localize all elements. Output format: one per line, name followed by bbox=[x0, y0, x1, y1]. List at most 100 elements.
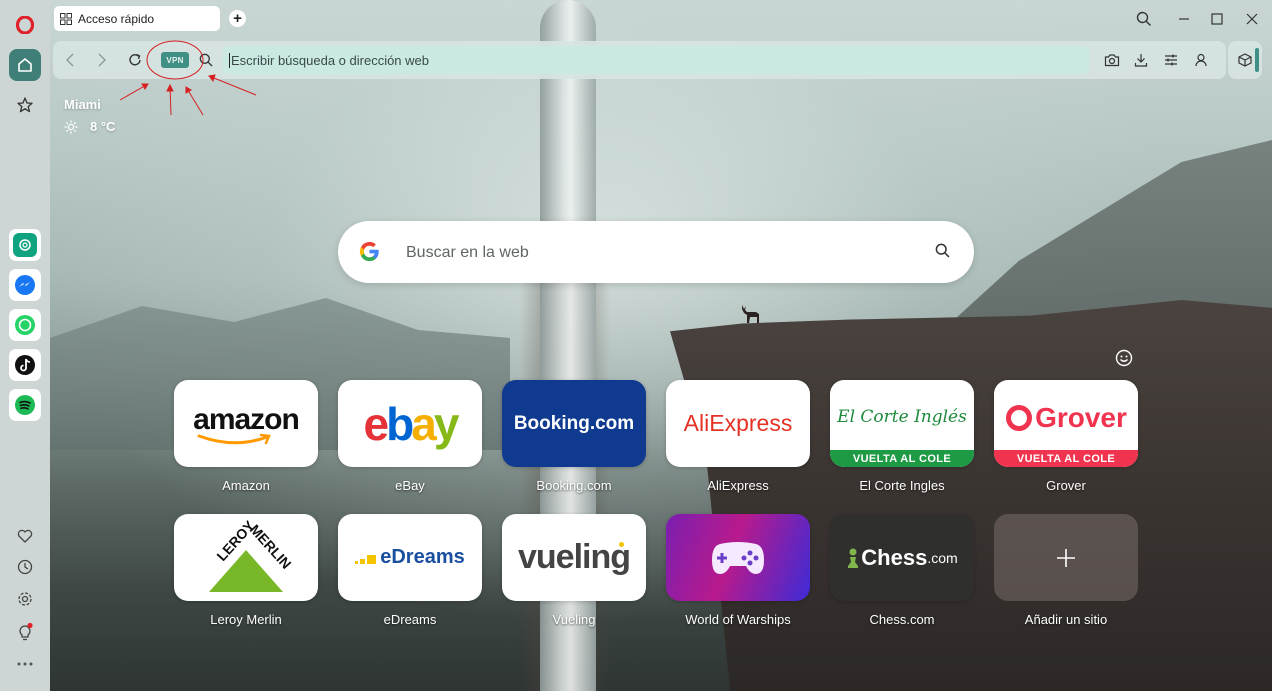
plus-icon bbox=[1057, 548, 1075, 567]
forward-icon[interactable] bbox=[92, 50, 112, 70]
vueling-logo: vueling bbox=[517, 538, 631, 576]
reload-icon[interactable] bbox=[125, 50, 145, 70]
vpn-badge[interactable]: VPN bbox=[161, 52, 189, 68]
speed-dial-tile[interactable]: eDreams bbox=[338, 514, 482, 601]
address-placeholder: Escribir búsqueda o dirección web bbox=[231, 52, 429, 68]
weather-widget[interactable]: Miami 8 °C bbox=[64, 97, 115, 134]
address-toolbar: VPN Escribir búsqueda o dirección web bbox=[53, 41, 1226, 79]
extensions-button[interactable] bbox=[1228, 41, 1262, 79]
speed-dial-tile[interactable]: ebay bbox=[338, 380, 482, 467]
google-icon bbox=[359, 241, 379, 262]
search-icon[interactable] bbox=[196, 50, 216, 70]
spotify-icon[interactable] bbox=[9, 389, 41, 421]
speed-dial-tile[interactable]: Grover VUELTA AL COLE bbox=[994, 380, 1138, 467]
speed-dial-vueling[interactable]: vueling Vueling bbox=[502, 514, 646, 627]
edreams-logo: eDreams bbox=[355, 546, 465, 569]
opera-logo-icon[interactable] bbox=[9, 9, 41, 41]
speed-dial-tile[interactable]: AliExpress bbox=[666, 380, 810, 467]
speed-dial-label: Leroy Merlin bbox=[210, 612, 282, 627]
edreams-dots-icon bbox=[355, 554, 377, 564]
home-icon[interactable] bbox=[9, 49, 41, 81]
smiley-icon[interactable] bbox=[1115, 349, 1133, 367]
speed-dial-label: eBay bbox=[395, 478, 425, 493]
speed-dial-ebay[interactable]: ebay eBay bbox=[338, 380, 482, 493]
speed-dial-aliexpress[interactable]: AliExpress AliExpress bbox=[666, 380, 810, 493]
lightbulb-icon[interactable] bbox=[9, 616, 41, 648]
chess-logo: Chess .com bbox=[846, 545, 958, 571]
speed-dial-tile[interactable]: vueling bbox=[502, 514, 646, 601]
speed-dial-label: Chess.com bbox=[869, 612, 935, 627]
text-caret bbox=[229, 52, 230, 68]
promo-banner: VUELTA AL COLE bbox=[830, 450, 974, 467]
speed-dial-edreams[interactable]: eDreams eDreams bbox=[338, 514, 482, 627]
add-site-label: Añadir un sitio bbox=[1024, 612, 1108, 627]
search-magnifier-icon[interactable] bbox=[935, 243, 950, 258]
add-site-tile[interactable] bbox=[994, 514, 1138, 601]
speed-dial-tile[interactable]: Chess .com bbox=[830, 514, 974, 601]
speed-dial-tile[interactable]: amazon bbox=[174, 380, 318, 467]
minimize-icon[interactable] bbox=[1172, 8, 1196, 30]
chatgpt-icon[interactable] bbox=[9, 229, 41, 261]
speed-dial-grover[interactable]: Grover VUELTA AL COLE Grover bbox=[994, 380, 1138, 493]
weather-temperature: 8 °C bbox=[90, 119, 116, 134]
grover-ring-icon bbox=[1006, 404, 1033, 431]
search-placeholder: Buscar en la web bbox=[406, 244, 529, 261]
deer-silhouette bbox=[742, 305, 759, 323]
speed-dial-tile[interactable]: LEROY MERLIN bbox=[174, 514, 318, 601]
el-corte-ingles-logo: El Corte Inglés bbox=[837, 406, 967, 427]
speed-dial-tile[interactable]: El Corte Inglés VUELTA AL COLE bbox=[830, 380, 974, 467]
speed-dial-label: Amazon bbox=[222, 478, 270, 493]
maximize-icon[interactable] bbox=[1205, 8, 1229, 30]
web-search-box[interactable]: Buscar en la web bbox=[338, 221, 974, 283]
speed-dial-label: Grover bbox=[1046, 478, 1086, 493]
gamepad-icon bbox=[712, 541, 764, 574]
speed-dial-world-of-warships[interactable]: World of Warships bbox=[666, 514, 810, 627]
address-input[interactable]: Escribir búsqueda o dirección web bbox=[223, 46, 1089, 74]
close-icon[interactable] bbox=[1240, 8, 1264, 30]
speed-dial-tile[interactable] bbox=[666, 514, 810, 601]
booking-logo: Booking.com bbox=[513, 412, 635, 434]
more-icon[interactable] bbox=[9, 648, 41, 680]
sun-icon bbox=[64, 120, 78, 133]
download-icon[interactable] bbox=[1131, 50, 1151, 70]
tiktok-icon[interactable] bbox=[9, 349, 41, 381]
speed-dial-label: Booking.com bbox=[536, 478, 612, 493]
speed-dial-leroy-merlin[interactable]: LEROY MERLIN Leroy Merlin bbox=[174, 514, 318, 627]
speed-dial-label: eDreams bbox=[383, 612, 437, 627]
weather-city: Miami bbox=[64, 97, 101, 112]
leroy-merlin-logo: LEROY MERLIN bbox=[209, 516, 295, 592]
speed-dial-label: El Corte Ingles bbox=[859, 478, 945, 493]
ebay-logo: ebay bbox=[363, 397, 460, 450]
tab-search-icon[interactable] bbox=[1132, 8, 1156, 30]
messenger-icon[interactable] bbox=[9, 269, 41, 301]
speed-dial-label: AliExpress bbox=[707, 478, 769, 493]
speed-dial-chess[interactable]: Chess .com Chess.com bbox=[830, 514, 974, 627]
speed-dial-amazon[interactable]: amazon Amazon bbox=[174, 380, 318, 493]
star-icon[interactable] bbox=[9, 89, 41, 121]
heart-icon[interactable] bbox=[9, 520, 41, 552]
speed-dial-el-corte-ingles[interactable]: El Corte Inglés VUELTA AL COLE El Corte … bbox=[830, 380, 974, 493]
sidebar bbox=[0, 0, 50, 691]
settings-icon[interactable] bbox=[9, 583, 41, 615]
speed-dial-tile[interactable]: Booking.com bbox=[502, 380, 646, 467]
new-tab-button[interactable]: + bbox=[229, 10, 246, 27]
aliexpress-logo: AliExpress bbox=[683, 410, 793, 436]
whatsapp-icon[interactable] bbox=[9, 309, 41, 341]
tab-strip: Acceso rápido + bbox=[50, 0, 1272, 38]
easy-setup-icon[interactable] bbox=[1161, 50, 1181, 70]
amazon-logo: amazon bbox=[193, 402, 300, 436]
tab-speed-dial[interactable]: Acceso rápido bbox=[54, 6, 220, 31]
back-icon[interactable] bbox=[60, 50, 80, 70]
grid-icon bbox=[60, 12, 72, 25]
camera-icon[interactable] bbox=[1102, 50, 1122, 70]
amazon-smile-icon bbox=[197, 433, 271, 444]
add-site-button[interactable]: Añadir un sitio bbox=[994, 514, 1138, 627]
tab-label: Acceso rápido bbox=[78, 11, 155, 26]
pawn-icon bbox=[848, 548, 859, 568]
history-icon[interactable] bbox=[9, 551, 41, 583]
speed-dial-booking[interactable]: Booking.com Booking.com bbox=[502, 380, 646, 493]
profile-icon[interactable] bbox=[1191, 50, 1211, 70]
promo-banner: VUELTA AL COLE bbox=[994, 450, 1138, 467]
vueling-dot bbox=[619, 542, 624, 547]
speed-dial-label: World of Warships bbox=[685, 612, 791, 627]
